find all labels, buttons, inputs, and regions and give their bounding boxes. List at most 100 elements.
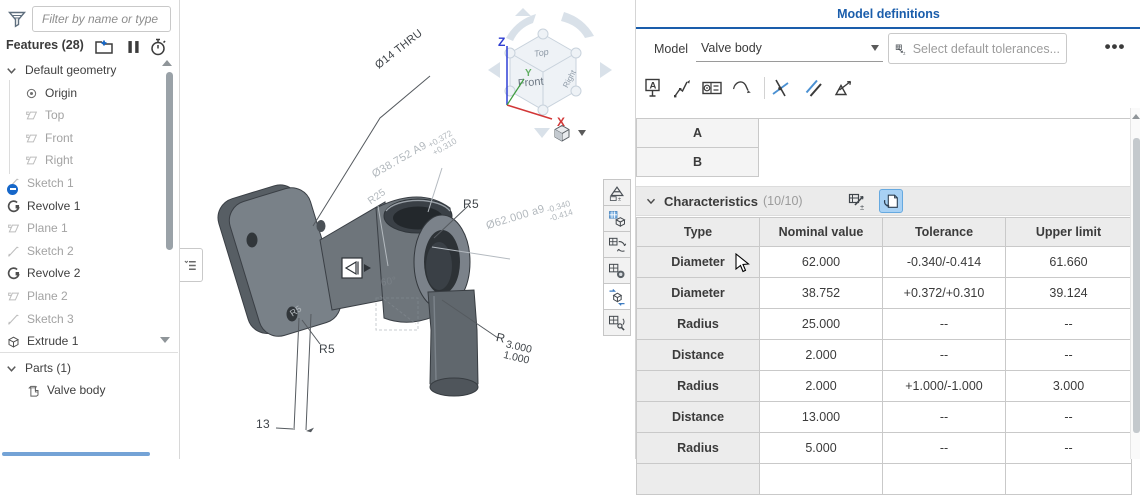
column-header-type: Type	[637, 218, 760, 247]
row-upper-cell[interactable]	[1006, 464, 1132, 495]
sidebar-item-sketch-3[interactable]: Sketch 3	[0, 308, 170, 330]
scroll-up-icon[interactable]	[162, 60, 172, 66]
sidebar-item-sketch-1[interactable]: Sketch 1	[0, 172, 170, 194]
sync-table-model-button[interactable]	[603, 231, 631, 258]
select-default-tolerances-button[interactable]: ± Select default tolerances...	[888, 33, 1067, 64]
chevron-down-icon	[578, 130, 586, 136]
panel-scrollbar[interactable]	[1130, 108, 1140, 459]
model-select[interactable]: Valve body	[696, 34, 883, 62]
row-tolerance-cell[interactable]: --	[883, 433, 1006, 464]
row-nominal-cell[interactable]	[760, 464, 883, 495]
sidebar-item-revolve-1[interactable]: Revolve 1	[0, 195, 170, 217]
sidebar-item-default-geometry[interactable]: Default geometry	[0, 59, 168, 81]
origin-icon	[24, 86, 39, 101]
row-upper-cell[interactable]: --	[1006, 402, 1132, 433]
row-nominal-cell[interactable]: 2.000	[760, 340, 883, 371]
row-type-cell[interactable]	[637, 464, 760, 495]
scroll-down-icon[interactable]	[160, 337, 170, 343]
surface-leader-button[interactable]	[729, 74, 757, 102]
filter-icon[interactable]	[7, 9, 27, 29]
row-type-cell[interactable]: Distance	[637, 402, 760, 433]
sidebar-item-plane-2[interactable]: Plane 2	[0, 285, 170, 307]
characteristics-section-header[interactable]: Characteristics (10/10) ±	[636, 186, 1130, 216]
row-nominal-cell[interactable]: 62.000	[760, 247, 883, 278]
row-tolerance-cell[interactable]: --	[883, 340, 1006, 371]
sidebar-item-sketch-2[interactable]: Sketch 2	[0, 240, 170, 262]
row-nominal-cell[interactable]: 38.752	[760, 278, 883, 309]
divider	[0, 352, 178, 353]
filter-input[interactable]	[32, 6, 171, 32]
column-header-upper-limit: Upper limit	[1006, 218, 1132, 247]
view-options-button[interactable]	[552, 122, 596, 144]
parts-header-row[interactable]: Parts (1)	[0, 357, 168, 379]
sidebar-item-front[interactable]: Front	[0, 127, 188, 149]
feature-hscrollbar[interactable]	[2, 452, 150, 456]
row-nominal-cell[interactable]: 2.000	[760, 371, 883, 402]
row-tolerance-cell[interactable]: +0.372/+0.310	[883, 278, 1006, 309]
row-tolerance-cell[interactable]: --	[883, 402, 1006, 433]
row-type-cell[interactable]: Radius	[637, 433, 760, 464]
row-type-cell[interactable]: Radius	[637, 371, 760, 402]
row-tolerance-cell[interactable]: --	[883, 309, 1006, 340]
more-options-button[interactable]: •••	[1099, 36, 1131, 60]
chevron-down-icon[interactable]	[4, 361, 19, 376]
graphics-viewport[interactable]: Ø14 THRU Ø38.752 A9+0.372+0.310 R25 R5 Ø…	[180, 0, 635, 459]
row-nominal-cell[interactable]: 5.000	[760, 433, 883, 464]
pause-rollback-icon[interactable]	[125, 37, 142, 57]
tab-model-definitions[interactable]: Model definitions	[837, 7, 940, 21]
row-upper-cell[interactable]: --	[1006, 309, 1132, 340]
scroll-up-icon[interactable]	[1132, 114, 1140, 119]
row-upper-cell[interactable]: 61.660	[1006, 247, 1132, 278]
svg-text:±: ±	[903, 50, 906, 55]
sidebar-item-extrude-1[interactable]: Extrude 1	[0, 330, 170, 352]
history-clock-icon[interactable]	[148, 37, 168, 57]
row-nominal-cell[interactable]: 13.000	[760, 402, 883, 433]
cube-icon	[552, 123, 572, 143]
row-upper-cell[interactable]: 3.000	[1006, 371, 1132, 402]
sidebar-item-revolve-2[interactable]: Revolve 2	[0, 262, 170, 284]
sidebar-item-top[interactable]: Top	[0, 104, 188, 126]
sidebar-item-origin[interactable]: Origin	[0, 82, 188, 104]
datum-row-b[interactable]: B	[636, 147, 759, 177]
row-type-cell[interactable]: Diameter	[637, 278, 760, 309]
row-type-cell[interactable]: Distance	[637, 340, 760, 371]
sidebar-item-valve-body[interactable]: Valve body	[0, 379, 190, 401]
row-tolerance-cell[interactable]: -0.340/-0.414	[883, 247, 1006, 278]
row-tolerance-cell[interactable]: +1.000/-1.000	[883, 371, 1006, 402]
features-header: Features (28)	[6, 38, 84, 52]
row-upper-cell[interactable]: 39.124	[1006, 278, 1132, 309]
export-model-button[interactable]	[603, 283, 631, 310]
sidebar-item-plane-1[interactable]: Plane 1	[0, 217, 170, 239]
angle-dimension-button[interactable]	[767, 74, 795, 102]
edit-tolerances-button[interactable]: ±	[845, 189, 869, 213]
chevron-down-icon[interactable]	[644, 194, 658, 208]
geometric-tolerance-button[interactable]	[698, 74, 726, 102]
datum-row-a[interactable]: A	[636, 118, 759, 148]
scrollbar-thumb[interactable]	[1133, 138, 1140, 433]
add-folder-icon[interactable]	[94, 37, 114, 57]
leader-note-button[interactable]	[669, 74, 697, 102]
row-tolerance-cell[interactable]	[883, 464, 1006, 495]
capture-table-view-button[interactable]	[603, 257, 631, 284]
model-table-link-button[interactable]	[603, 205, 631, 232]
toolbar-divider	[764, 77, 765, 99]
row-upper-cell[interactable]: --	[1006, 433, 1132, 464]
sidebar-item-right[interactable]: Right	[0, 149, 188, 171]
annotation-13[interactable]: 13	[256, 417, 270, 431]
part-icon	[26, 383, 41, 398]
annotation-r5-bottom[interactable]: R5	[319, 342, 335, 356]
datum-target-button[interactable]	[829, 74, 857, 102]
annotation-r5[interactable]: R5	[463, 197, 479, 211]
table-settings-button[interactable]	[603, 309, 631, 336]
parallel-distance-button[interactable]	[799, 74, 827, 102]
row-type-cell[interactable]: Radius	[637, 309, 760, 340]
feature-list-toggle-tab[interactable]	[180, 248, 203, 282]
row-upper-cell[interactable]: --	[1006, 340, 1132, 371]
tolerance-pyramid-button[interactable]: ±	[603, 179, 631, 206]
chevron-down-icon[interactable]	[4, 63, 19, 78]
apply-to-part-button[interactable]	[879, 189, 903, 213]
view-cube[interactable]: Top Front Right Z X Y	[480, 0, 620, 150]
row-nominal-cell[interactable]: 25.000	[760, 309, 883, 340]
datum-annotation-button[interactable]: A	[639, 74, 667, 102]
feature-scrollbar[interactable]	[166, 72, 173, 250]
